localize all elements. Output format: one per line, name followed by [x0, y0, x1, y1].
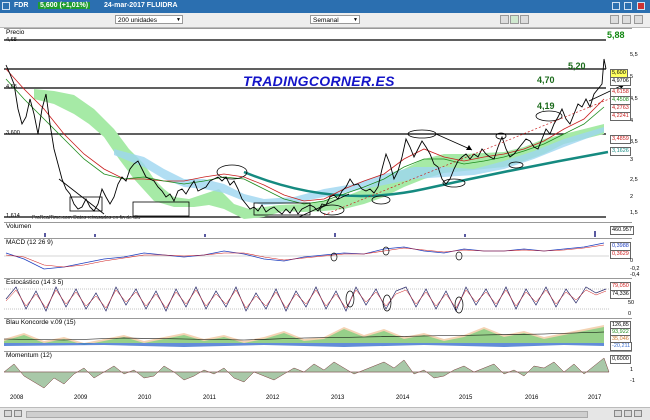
year-label: 2013 [331, 395, 345, 401]
app-icon [2, 2, 10, 10]
price-left-label: 1,614 [6, 213, 20, 219]
price-axis-tick: 2,5 [630, 177, 638, 183]
year-label: 2017 [588, 395, 602, 401]
zoom-icon[interactable] [622, 15, 631, 24]
units-select[interactable]: 200 unidades ▼ [115, 15, 183, 24]
stochastic-tag: 74,336 [610, 290, 631, 299]
momentum-chart [4, 357, 610, 389]
price-tag: 3,4859 [610, 135, 631, 144]
candlestick-button[interactable] [510, 15, 519, 24]
blau-koncorde-chart [4, 325, 605, 347]
volume-tag: 460.957 [610, 226, 634, 235]
chevron-down-icon: ▼ [176, 17, 181, 23]
momentum-axis-tick: -1 [630, 378, 635, 384]
fit-icon[interactable] [634, 410, 642, 417]
price-tag: 3,1626 [610, 147, 631, 156]
year-label: 2008 [10, 395, 24, 401]
price-tag: 4,2241 [610, 112, 631, 121]
data-source-legend: ProRealTime.com Datos retrasados en fin … [32, 215, 141, 221]
trend-arrow [435, 133, 473, 151]
highlight-ellipse [216, 164, 248, 180]
year-label: 2014 [396, 395, 410, 401]
symbol-label: FDR [14, 2, 29, 9]
top-price-label: 5,88 [607, 30, 625, 40]
horizontal-scrollbar[interactable] [26, 411, 588, 418]
momentum-panel[interactable]: Momentum (12) 0,6000 1 -1 [4, 351, 635, 394]
maximize-icon[interactable] [624, 2, 632, 10]
scroll-left-icon[interactable] [4, 410, 12, 417]
close-icon[interactable] [637, 2, 645, 10]
stochastic-chart [4, 286, 609, 314]
line-style-button[interactable] [520, 15, 529, 24]
year-label: 2011 [203, 395, 216, 401]
chevron-down-icon: ▼ [353, 17, 358, 23]
macd-panel[interactable]: MACD (12 26 9) 0,3988 0,3629 0 -0,2 -0,4 [4, 238, 639, 278]
zoom-out-icon[interactable] [624, 410, 632, 417]
price-axis-tick: 5,5 [630, 52, 638, 58]
price-axis-tick: 4,5 [630, 96, 638, 102]
price-change-badge: 5,600 (+1,01%) [38, 2, 91, 9]
annotation-label: 5,20 [568, 61, 586, 71]
green-moving-average [5, 78, 605, 205]
volume-bars [44, 231, 596, 237]
annotation-label: 4,70 [537, 75, 555, 85]
zoom-in-icon[interactable] [614, 410, 622, 417]
period-select[interactable]: Semanal ▼ [310, 15, 360, 24]
watermark-text: TRADINGCORNER.ES [243, 73, 395, 89]
volume-panel[interactable]: Volumen 460.957 [4, 222, 634, 237]
blau-tag: -20,211 [610, 342, 633, 351]
momentum-axis-tick: 1 [630, 367, 634, 373]
blau-koncorde-panel[interactable]: Blau Koncorde v.09 (15) 126,85 93,922 35… [4, 318, 633, 351]
trend-line [58, 178, 105, 215]
year-label: 2010 [138, 395, 152, 401]
minimize-icon[interactable] [612, 2, 620, 10]
period-value: Semanal [313, 17, 339, 24]
price-left-label: 3,600 [6, 130, 20, 136]
chart-toolbar: 200 unidades ▼ Semanal ▼ [0, 13, 650, 28]
price-panel[interactable]: Precio 4,68 4,68 3,600 1,614 ProRealTime… [4, 28, 638, 221]
date-symbol-label: 24-mar-2017 FLUIDRA [104, 2, 178, 9]
price-tag: 4,9706 [610, 77, 631, 86]
status-bar [0, 407, 650, 420]
year-label: 2009 [74, 395, 88, 401]
bar-style-button[interactable] [500, 15, 509, 24]
annotation-label: 4,19 [537, 101, 555, 111]
price-axis-tick: 3,5 [630, 139, 638, 145]
settings-icon[interactable] [610, 15, 619, 24]
price-left-label: 4,68 [6, 37, 17, 43]
scroll-right-icon[interactable] [14, 410, 22, 417]
stochastic-panel[interactable]: Estocástico (14 3 5) 79,050 74,336 50 0 [4, 278, 635, 317]
year-label: 2012 [266, 395, 280, 401]
price-axis-tick: 1,5 [630, 210, 638, 216]
price-axis-tick: 3 [630, 157, 634, 163]
year-label: 2015 [459, 395, 473, 401]
stochastic-axis-tick: 50 [628, 300, 635, 306]
options-icon[interactable] [634, 15, 643, 24]
macd-axis-tick: 0 [630, 258, 634, 264]
stochastic-axis-tick: 0 [628, 311, 632, 317]
units-value: 200 unidades [118, 17, 158, 24]
year-label: 2016 [525, 395, 539, 401]
price-left-label: 4,68 [6, 84, 17, 90]
window-title-bar: FDR 5,600 (+1,01%) 24-mar-2017 FLUIDRA [0, 0, 650, 13]
macd-tag: 0,3629 [610, 250, 631, 259]
price-axis-tick: 2 [630, 194, 634, 200]
momentum-tag: 0,6000 [610, 355, 631, 364]
trend-line [323, 92, 625, 216]
price-chart [4, 39, 626, 219]
time-axis: 2008 2009 2010 2011 2012 2013 2014 2015 … [4, 394, 632, 404]
macd-chart [4, 242, 609, 270]
stochastic-k-line [5, 286, 607, 312]
